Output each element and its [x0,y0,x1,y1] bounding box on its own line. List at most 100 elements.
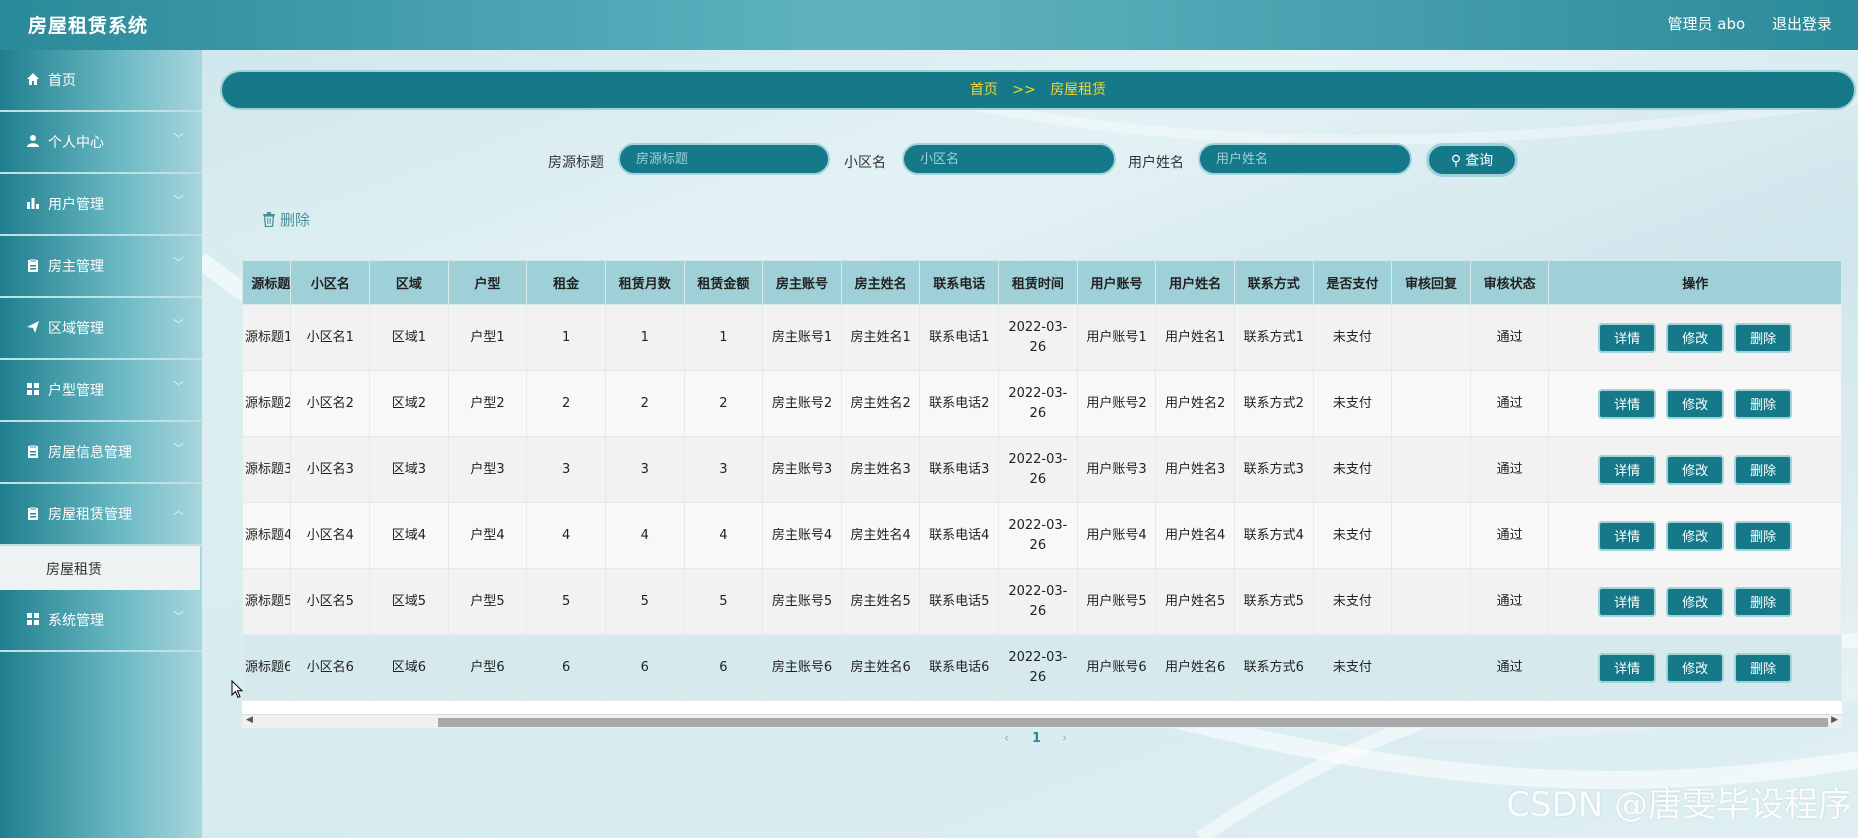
edit-button[interactable]: 修改 [1666,454,1725,485]
table-cell-user-account: 用户账号5 [1076,568,1157,635]
table-cell-paid: 未支付 [1312,634,1393,701]
sidebar-item-system[interactable]: 系统管理 ﹀ [0,590,202,652]
detail-button[interactable]: 详情 [1598,322,1657,353]
next-page-button[interactable]: › [1062,731,1067,746]
page-number-button[interactable]: 1 [1032,731,1041,746]
table-cell-phone: 联系电话3 [919,436,1000,503]
prev-page-button[interactable]: ‹ [1004,731,1009,746]
detail-button[interactable]: 详情 [1598,520,1657,551]
delete-row-button[interactable]: 删除 [1734,586,1793,617]
table-cell-time: 2022-03-26 [998,370,1078,437]
edit-button[interactable]: 修改 [1666,586,1725,617]
table-row: 源标题6 小区名6 区域6 户型6 6 6 6 房主账号6 房主姓名6 联系电话6 2022-03-… [242,634,1842,701]
table-cell-owner-account: 房主账号4 [762,502,842,569]
logout-link[interactable]: 退出登录 [1772,15,1832,33]
table-cell-amount: 1 [683,304,764,371]
table-cell-phone: 联系电话2 [919,370,1000,437]
table-cell-owner-name: 房主姓名4 [840,502,921,569]
edit-button[interactable]: 修改 [1666,652,1725,683]
delete-row-button[interactable]: 删除 [1734,454,1793,485]
sidebar-item-rental-mgmt[interactable]: 房屋租赁管理 ︿ [0,484,202,546]
table-cell-time: 2022-03-26 [998,568,1078,635]
table-cell-phone: 联系电话6 [919,634,1000,701]
table-cell-months: 6 [604,634,685,701]
sidebar-item-layouts[interactable]: 户型管理 ﹀ [0,360,202,422]
table-cell-community: 小区名6 [290,634,371,701]
community-search-input[interactable] [902,143,1116,175]
edit-button[interactable]: 修改 [1666,388,1725,419]
table-cell-rent: 5 [526,568,606,635]
column-header: 联系电话 [919,260,1000,305]
table-cell-owner-name: 房主姓名5 [840,568,921,635]
edit-button[interactable]: 修改 [1666,322,1725,353]
table-cell-owner-name: 房主姓名3 [840,436,921,503]
home-icon [27,73,39,85]
detail-button[interactable]: 详情 [1598,586,1657,617]
table-cell-status: 通过 [1469,502,1550,569]
top-header: 房屋租赁系统 管理员 abo 退出登录 [0,0,1858,50]
table-cell-layout: 户型5 [447,568,528,635]
column-header: 审核状态 [1469,260,1550,305]
table-cell-time: 2022-03-26 [998,634,1078,701]
column-header: 源标题 [242,260,292,305]
sidebar-item-house-info[interactable]: 房屋信息管理 ﹀ [0,422,202,484]
grid-icon [27,383,39,395]
chevron-down-icon: ﹀ [173,610,184,623]
table-cell-layout: 户型3 [447,436,528,503]
table-cell-reply [1391,634,1471,701]
table-cell-owner-name: 房主姓名6 [840,634,921,701]
table-cell-months: 2 [604,370,685,437]
table-cell-contact: 联系方式1 [1233,304,1314,371]
column-header: 操作 [1548,260,1842,305]
table-cell-paid: 未支付 [1312,502,1393,569]
sidebar-item-owners[interactable]: 房主管理 ﹀ [0,236,202,298]
table-cell-layout: 户型1 [447,304,528,371]
table-row: 源标题1 小区名1 区域1 户型1 1 1 1 房主账号1 房主姓名1 联系电话1 2022-03-… [242,304,1842,371]
search-icon: ⚲ [1450,152,1462,168]
breadcrumb-current: 房屋租赁 [1050,82,1107,98]
sidebar-item-personal[interactable]: 个人中心 ﹀ [0,112,202,174]
query-button[interactable]: ⚲ 查询 [1426,143,1518,177]
table-cell-layout: 户型4 [447,502,528,569]
delete-row-button[interactable]: 删除 [1734,652,1793,683]
sidebar-item-regions[interactable]: 区域管理 ﹀ [0,298,202,360]
scroll-left-arrow-icon[interactable]: ◀ [246,715,253,725]
sidebar-item-home[interactable]: 首页 [0,50,202,112]
bulk-delete-button[interactable]: 删除 [262,209,310,230]
column-header: 租赁金额 [683,260,764,305]
table-cell-status: 通过 [1469,568,1550,635]
table-cell-reply [1391,502,1471,569]
title-search-input[interactable] [618,143,830,175]
username-search-input[interactable] [1198,143,1412,175]
table-cell-title: 源标题6 [242,634,292,701]
sidebar-item-users[interactable]: 用户管理 ﹀ [0,174,202,236]
table-cell-layout: 户型6 [447,634,528,701]
chevron-down-icon: ﹀ [173,194,184,207]
user-icon [27,135,39,147]
table-cell-amount: 2 [683,370,764,437]
sidebar-subitem-rental[interactable]: 房屋租赁 [0,546,200,590]
table-row: 源标题5 小区名5 区域5 户型5 5 5 5 房主账号5 房主姓名5 联系电话5 2022-03-… [242,568,1842,635]
table-cell-contact: 联系方式2 [1233,370,1314,437]
edit-button[interactable]: 修改 [1666,520,1725,551]
detail-button[interactable]: 详情 [1598,652,1657,683]
table-cell-actions: 详情 修改 删除 [1548,568,1842,635]
delete-row-button[interactable]: 删除 [1734,322,1793,353]
table-cell-community: 小区名2 [290,370,371,437]
search-bar: 房源标题 小区名 用户姓名 ⚲查询 [202,143,1858,177]
delete-row-button[interactable]: 删除 [1734,388,1793,419]
detail-button[interactable]: 详情 [1598,454,1657,485]
title-label: 房源标题 [548,155,604,171]
scroll-right-arrow-icon[interactable]: ▶ [1831,715,1838,725]
detail-button[interactable]: 详情 [1598,388,1657,419]
table-cell-user-name: 用户姓名3 [1155,436,1235,503]
table-cell-amount: 4 [683,502,764,569]
table-row: 源标题3 小区名3 区域3 户型3 3 3 3 房主账号3 房主姓名3 联系电话3 2022-03-… [242,436,1842,503]
main-content: 首页 >> 房屋租赁 房源标题 小区名 用户姓名 ⚲查询 删除 源标 [202,50,1858,838]
table-cell-contact: 联系方式4 [1233,502,1314,569]
breadcrumb-home[interactable]: 首页 [970,82,998,98]
table-cell-reply [1391,370,1471,437]
table-cell-time: 2022-03-26 [998,502,1078,569]
table-cell-time: 2022-03-26 [998,436,1078,503]
delete-row-button[interactable]: 删除 [1734,520,1793,551]
